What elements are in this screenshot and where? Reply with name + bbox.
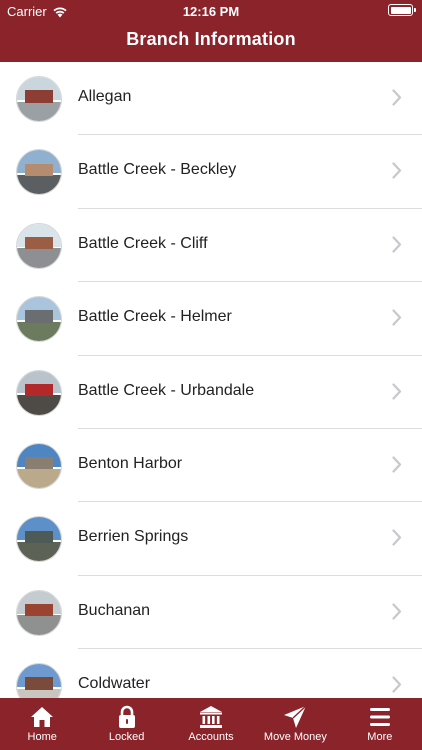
photo-ground [17,468,61,488]
branch-row[interactable]: Buchanan [0,576,422,650]
branch-name: Battle Creek - Helmer [78,308,232,326]
home-icon [31,707,54,727]
chevron-right-icon [392,162,402,179]
branch-row[interactable]: Battle Creek - Urbandale [0,356,422,429]
photo-ground [17,248,61,268]
lock-icon [118,705,135,728]
photo-ground [17,321,61,342]
branch-name: Benton Harbor [78,454,183,472]
photo-ground [17,175,61,195]
photo-ground [17,395,61,415]
photo-building [24,677,54,690]
branch-row[interactable]: Battle Creek - Cliff [0,209,422,283]
tab-move-money[interactable]: Move Money [253,698,337,750]
photo-ground [17,101,61,121]
branch-photo [16,76,62,122]
battery-icon [388,4,416,16]
tab-accounts[interactable]: Accounts [169,698,253,750]
branch-photo [16,149,62,196]
photo-building [24,383,54,397]
chevron-right-icon [392,676,402,693]
branch-name: Battle Creek - Urbandale [78,381,255,399]
tab-more-label: More [367,731,393,743]
tab-locked-label: Locked [108,731,145,743]
branch-name: Battle Creek - Cliff [78,234,208,252]
branch-name: Coldwater [78,675,151,693]
photo-building [24,236,54,250]
branch-name: Berrien Springs [78,528,189,546]
chevron-right-icon [392,309,402,326]
branch-name: Buchanan [78,601,151,619]
tab-locked[interactable]: Locked [84,698,168,750]
chevron-right-icon [392,382,402,400]
photo-building [24,163,54,176]
photo-ground [17,615,61,635]
tab-home[interactable]: Home [0,698,84,750]
branch-list[interactable]: Allegan Battle Creek - Beckley Battle Cree… [0,62,422,698]
page-title: Branch Information [126,29,296,49]
chevron-right-icon [392,236,402,253]
branch-photo [16,222,62,269]
chevron-right-icon [392,456,402,473]
tab-accounts-label: Accounts [188,731,234,743]
photo-ground [17,541,61,562]
bank-icon [200,706,223,728]
branch-photo [16,442,62,489]
branch-photo [16,589,62,636]
photo-building [24,90,54,103]
branch-row[interactable]: Battle Creek - Beckley [0,135,422,209]
status-time: 12:16 PM [182,4,240,19]
branch-row[interactable]: Benton Harbor [0,429,422,503]
navigation-header: Carrier 12:16 PM Branch Information [0,0,422,62]
chevron-right-icon [392,529,402,546]
branch-row[interactable]: Coldwater [0,649,422,698]
tab-move-money-label: Move Money [263,731,327,743]
branch-photo [16,369,62,416]
tab-home-label: Home [27,731,57,743]
branch-name: Battle Creek - Beckley [78,161,237,179]
branch-photo [16,296,62,343]
photo-ground [17,688,61,698]
branch-row[interactable]: Allegan [0,62,422,136]
chevron-right-icon [392,89,402,106]
tab-more[interactable]: More [338,698,422,750]
menu-icon [369,708,390,726]
photo-building [24,603,54,617]
branch-photo [16,663,62,698]
chevron-right-icon [392,603,402,620]
branch-row[interactable]: Battle Creek - Helmer [0,282,422,356]
photo-building [24,530,54,543]
photo-building [24,457,54,470]
branch-photo [16,516,62,563]
status-bar: Carrier 12:16 PM [0,0,422,22]
branch-row[interactable]: Berrien Springs [0,502,422,576]
tab-bar: Home Locked Accounts Move Money More [0,698,422,750]
paper-plane-icon [284,705,307,728]
photo-building [24,310,54,323]
branch-name: Allegan [78,88,132,105]
